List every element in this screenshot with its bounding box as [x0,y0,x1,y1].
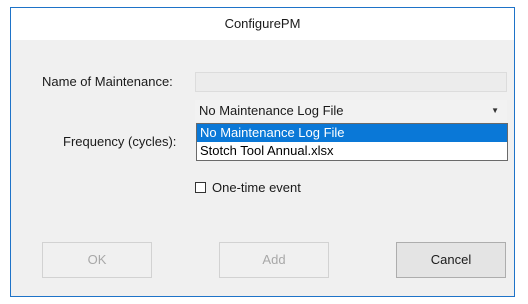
cancel-button[interactable]: Cancel [396,242,506,278]
log-file-option-stotch-tool[interactable]: Stotch Tool Annual.xlsx [197,142,507,160]
chevron-down-icon[interactable]: ▼ [491,100,499,122]
ok-button[interactable]: OK [42,242,152,278]
add-button[interactable]: Add [219,242,329,278]
one-time-event-label: One-time event [212,179,301,195]
frequency-label: Frequency (cycles): [63,134,177,149]
name-of-maintenance-input[interactable] [195,72,507,92]
log-file-selected-value: No Maintenance Log File [199,103,344,118]
dialog-title: ConfigurePM [11,8,514,40]
log-file-combobox[interactable]: No Maintenance Log File ▼ [195,100,507,122]
one-time-event-checkbox[interactable] [195,181,206,193]
name-of-maintenance-label: Name of Maintenance: [42,74,173,89]
log-file-dropdown-list: No Maintenance Log File Stotch Tool Annu… [196,123,508,161]
one-time-event-row[interactable]: One-time event [195,179,301,195]
log-file-option-none[interactable]: No Maintenance Log File [197,124,507,142]
configure-pm-dialog: ConfigurePM Name of Maintenance: No Main… [10,7,515,297]
